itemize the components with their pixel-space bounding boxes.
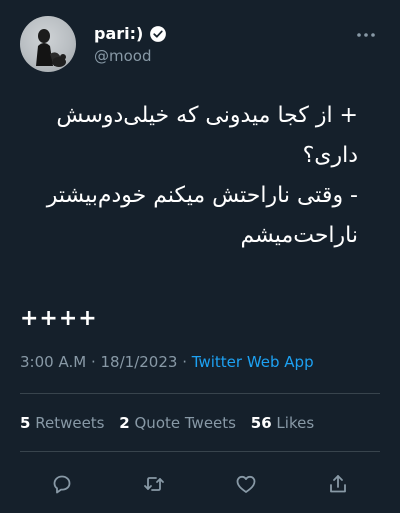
quote-tweets-count: 2	[119, 414, 130, 432]
share-button[interactable]	[324, 470, 352, 498]
tweet-text: + از کجا میدونی که خیلی‌دوسش داری؟ - وقت…	[20, 96, 358, 256]
like-button[interactable]	[232, 470, 260, 498]
reply-button[interactable]	[48, 470, 76, 498]
tweet-line: ناراحت‌میشم	[240, 223, 358, 248]
retweet-button[interactable]	[140, 470, 168, 498]
reply-icon	[53, 475, 71, 494]
more-options-icon[interactable]	[356, 22, 376, 43]
meta-separator: ·	[90, 353, 96, 371]
divider	[20, 393, 380, 394]
retweets-label: Retweets	[35, 414, 105, 432]
retweet-icon	[144, 477, 164, 491]
likes-label: Likes	[276, 414, 315, 432]
share-icon	[330, 475, 346, 493]
display-name-row[interactable]: pari:)	[94, 24, 167, 43]
retweets-count: 5	[20, 414, 31, 432]
tweet-date[interactable]: 18/1/2023	[101, 353, 178, 371]
avatar[interactable]	[20, 16, 76, 72]
retweets-stat[interactable]: 5 Retweets	[20, 414, 105, 432]
divider	[20, 451, 380, 452]
quote-tweets-label: Quote Tweets	[134, 414, 236, 432]
tweet-meta: 3:00 A.M · 18/1/2023 · Twitter Web App	[20, 353, 314, 371]
user-handle[interactable]: @mood	[94, 47, 167, 65]
verified-badge-icon	[150, 25, 167, 42]
tweet-line: + از کجا میدونی که خیلی‌دوسش	[56, 103, 358, 128]
tweet-source-link[interactable]: Twitter Web App	[192, 353, 314, 371]
quote-tweets-stat[interactable]: 2 Quote Tweets	[119, 414, 236, 432]
tweet-actions	[48, 470, 352, 498]
tweet-header: pari:) @mood	[20, 16, 384, 76]
tweet-stats: 5 Retweets 2 Quote Tweets 56 Likes	[20, 414, 314, 432]
likes-count: 56	[250, 414, 272, 432]
user-info: pari:) @mood	[94, 24, 167, 65]
likes-stat[interactable]: 56 Likes	[251, 414, 314, 432]
display-name[interactable]: pari:)	[94, 24, 143, 43]
tweet-line: داری؟	[302, 143, 358, 168]
tweet-footer-text: ++++	[20, 306, 98, 331]
meta-separator: ·	[182, 353, 187, 371]
tweet-line: - وقتی ناراحتش میکنم خودم‌بیشتر	[46, 183, 358, 208]
like-icon	[236, 475, 256, 493]
tweet-time[interactable]: 3:00 A.M	[20, 353, 86, 371]
